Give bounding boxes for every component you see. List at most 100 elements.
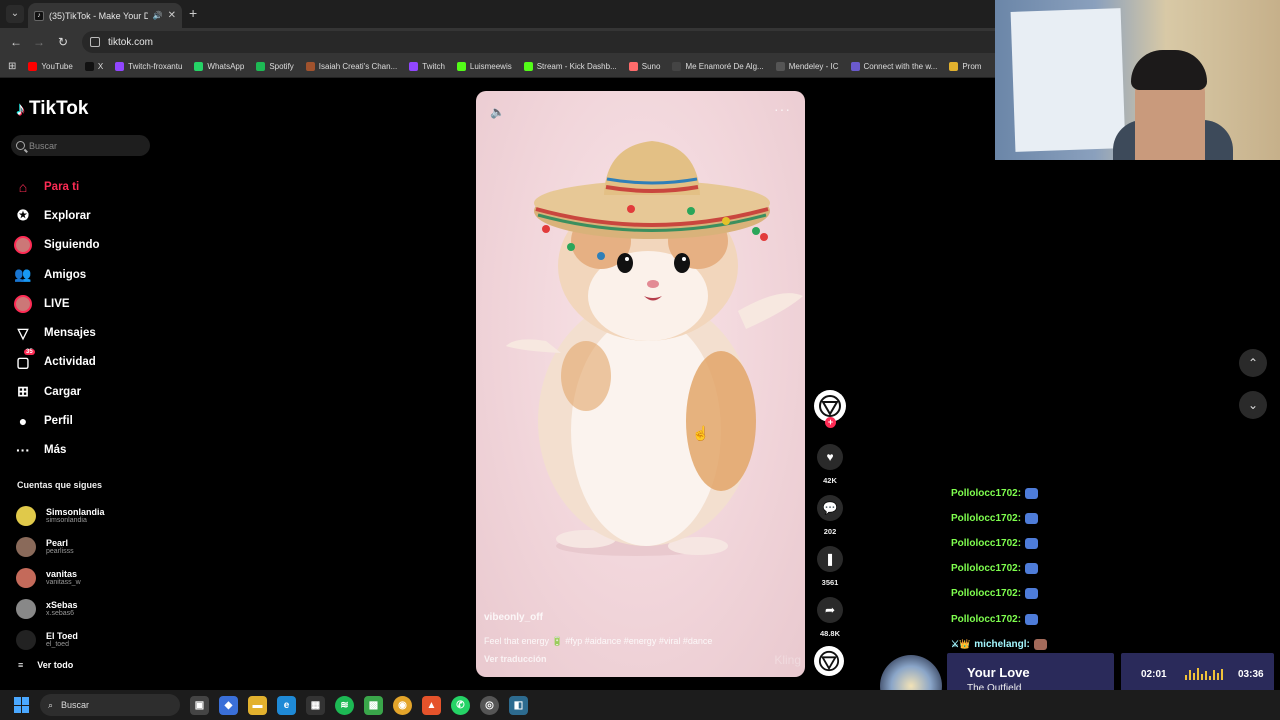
account-username: vanitass_w bbox=[46, 578, 81, 586]
following-list: Simsonlandia simsonlandia Pearl pearlisss va… bbox=[16, 500, 105, 655]
apps-grid-icon[interactable]: ⊞ bbox=[8, 61, 16, 72]
bookmark-label: X bbox=[97, 62, 104, 71]
bookmark-favicon-icon bbox=[850, 62, 860, 71]
chat-emote-icon bbox=[1033, 638, 1047, 650]
profile-icon: ● bbox=[18, 413, 28, 430]
comment-icon[interactable]: 💬 bbox=[817, 495, 843, 521]
creator-avatar[interactable]: + bbox=[814, 390, 846, 428]
search-placeholder: Buscar bbox=[29, 140, 58, 151]
menu-item-live[interactable]: LIVE bbox=[14, 289, 100, 318]
menu-item-mensajes[interactable]: ▽ Mensajes bbox=[14, 318, 100, 347]
followed-account[interactable]: Pearl pearlisss bbox=[16, 531, 105, 562]
mute-icon[interactable]: 🔈 bbox=[490, 105, 505, 119]
bookmark-item[interactable]: X bbox=[84, 62, 104, 71]
followed-account[interactable]: xSebas x.sebas6 bbox=[16, 593, 105, 624]
forward-button[interactable]: → bbox=[31, 34, 47, 50]
avatar bbox=[16, 598, 36, 619]
bookmark-item[interactable]: Stream - Kick Dashb... bbox=[523, 62, 617, 71]
chat-message: Pollolocc1702: bbox=[951, 531, 1047, 556]
menu-item-label: LIVE bbox=[44, 297, 70, 310]
tiktok-sidebar: ♪ TikTok Buscar ⌂ Para ti ✪ Explorar Siguien… bbox=[0, 80, 170, 690]
bookmark-item[interactable]: Suno bbox=[628, 62, 660, 71]
bookmark-label: Twitch-froxantu bbox=[128, 62, 183, 71]
music-disc-icon[interactable] bbox=[814, 646, 844, 676]
task-view-icon[interactable]: ▣ bbox=[190, 695, 209, 715]
followed-account[interactable]: Simsonlandia simsonlandia bbox=[16, 500, 105, 531]
copilot-icon[interactable]: ◆ bbox=[219, 695, 238, 715]
url-text: tiktok.com bbox=[108, 36, 154, 48]
bookmark-item[interactable]: Twitch-froxantu bbox=[115, 62, 182, 71]
bookmark-label: Isaiah Creati's Chan... bbox=[318, 62, 398, 71]
chat-message: Pollolocc1702: bbox=[951, 606, 1047, 631]
follow-plus-icon[interactable]: + bbox=[825, 417, 836, 428]
bookmark-item[interactable]: Isaiah Creati's Chan... bbox=[305, 62, 398, 71]
edge-icon[interactable]: e bbox=[277, 695, 296, 715]
bookmark-item[interactable]: Twitch bbox=[409, 62, 445, 71]
heart-icon[interactable]: ♥ bbox=[817, 444, 843, 470]
tab-search-button[interactable]: ⌄ bbox=[6, 5, 24, 23]
chat-emote-icon bbox=[1025, 513, 1039, 525]
site-info-icon[interactable] bbox=[90, 37, 100, 47]
app-icon[interactable]: ◧ bbox=[509, 695, 528, 715]
search-input[interactable]: Buscar bbox=[11, 135, 150, 156]
brave-icon[interactable]: ▲ bbox=[422, 695, 441, 715]
more-options-icon[interactable]: ··· bbox=[774, 101, 791, 117]
video-player[interactable]: 🔈 ··· vibeonly_off Feel that energy 🔋 #f… bbox=[476, 91, 805, 677]
chat-username: Pollolocc1702: bbox=[951, 563, 1022, 575]
next-video-button[interactable]: ⌄ bbox=[1239, 391, 1267, 419]
taskbar-search[interactable]: ⌕ Buscar bbox=[40, 694, 180, 716]
tiktok-logo[interactable]: ♪ TikTok bbox=[16, 98, 88, 120]
search-icon bbox=[16, 141, 25, 150]
previous-video-button[interactable]: ⌃ bbox=[1239, 349, 1267, 377]
bookmark-item[interactable]: Spotify bbox=[256, 62, 294, 71]
account-name: xSebas bbox=[46, 599, 78, 610]
video-author[interactable]: vibeonly_off bbox=[484, 612, 543, 623]
share-icon[interactable]: ➦ bbox=[817, 597, 843, 623]
chat-username: michelangl: bbox=[974, 638, 1030, 650]
menu-item-amigos[interactable]: 👥 Amigos bbox=[14, 260, 100, 289]
browser-tab-tiktok[interactable]: ♪ (35)TikTok - Make Your Day 🔊 ✕ bbox=[28, 3, 182, 28]
windows-start-icon[interactable] bbox=[14, 697, 30, 713]
tab-close-icon[interactable]: ✕ bbox=[168, 10, 176, 21]
whatsapp-icon[interactable]: ✆ bbox=[451, 695, 470, 715]
new-tab-button[interactable]: + bbox=[189, 5, 197, 21]
bookmark-icon[interactable]: ❚ bbox=[817, 546, 843, 572]
menu-item-cargar[interactable]: ⊞ Cargar bbox=[14, 377, 100, 406]
menu-item-siguiendo[interactable]: Siguiendo bbox=[14, 231, 100, 260]
bookmark-item[interactable]: YouTube bbox=[28, 62, 73, 71]
menu-item-explorar[interactable]: ✪ Explorar bbox=[14, 201, 100, 230]
avatar bbox=[16, 505, 36, 526]
file-explorer-icon[interactable]: ▬ bbox=[248, 695, 267, 715]
followed-account[interactable]: El Toed el_toed bbox=[16, 624, 105, 655]
bookmark-item[interactable]: Prom bbox=[949, 62, 981, 71]
shares-count: 48.8K bbox=[819, 629, 840, 638]
minecraft-icon[interactable]: ▩ bbox=[364, 695, 383, 715]
creator-logo-icon bbox=[819, 395, 841, 417]
translate-link[interactable]: Ver traducción bbox=[484, 654, 547, 664]
bookmark-label: Me Enamoré De Alg... bbox=[685, 62, 764, 71]
see-all-link[interactable]: ≡ Ver todo bbox=[18, 660, 73, 670]
bookmark-item[interactable]: Mendeley - IC bbox=[775, 62, 839, 71]
menu-item-label: Mensajes bbox=[44, 327, 96, 340]
account-username: x.sebas6 bbox=[46, 609, 75, 617]
spotify-icon[interactable]: ≋ bbox=[335, 695, 354, 715]
menu-item-para-ti[interactable]: ⌂ Para ti bbox=[14, 172, 100, 201]
back-button[interactable]: ← bbox=[8, 34, 24, 50]
bookmark-item[interactable]: Luismeewis bbox=[456, 62, 512, 71]
store-icon[interactable]: ▦ bbox=[306, 695, 325, 715]
bookmark-item[interactable]: Me Enamoré De Alg... bbox=[672, 62, 764, 71]
bookmark-item[interactable]: Connect with the w... bbox=[850, 62, 937, 71]
menu-item-más[interactable]: ··· Más bbox=[14, 436, 100, 465]
obs-icon[interactable]: ◎ bbox=[480, 695, 499, 715]
speaker-icon[interactable]: 🔊 bbox=[153, 11, 163, 20]
upload-icon: ⊞ bbox=[17, 383, 29, 400]
chrome-icon[interactable]: ◉ bbox=[393, 695, 412, 715]
chat-emote-icon bbox=[1025, 538, 1039, 550]
menu-item-perfil[interactable]: ● Perfil bbox=[14, 406, 100, 435]
followed-account[interactable]: vanitas vanitass_w bbox=[16, 562, 105, 593]
reload-button[interactable]: ↻ bbox=[55, 34, 71, 50]
menu-item-actividad[interactable]: ▢ 35 Actividad bbox=[14, 348, 100, 377]
notification-badge: 35 bbox=[24, 349, 35, 356]
bookmark-item[interactable]: WhatsApp bbox=[194, 62, 244, 71]
chat-message: Pollolocc1702: bbox=[951, 506, 1047, 531]
